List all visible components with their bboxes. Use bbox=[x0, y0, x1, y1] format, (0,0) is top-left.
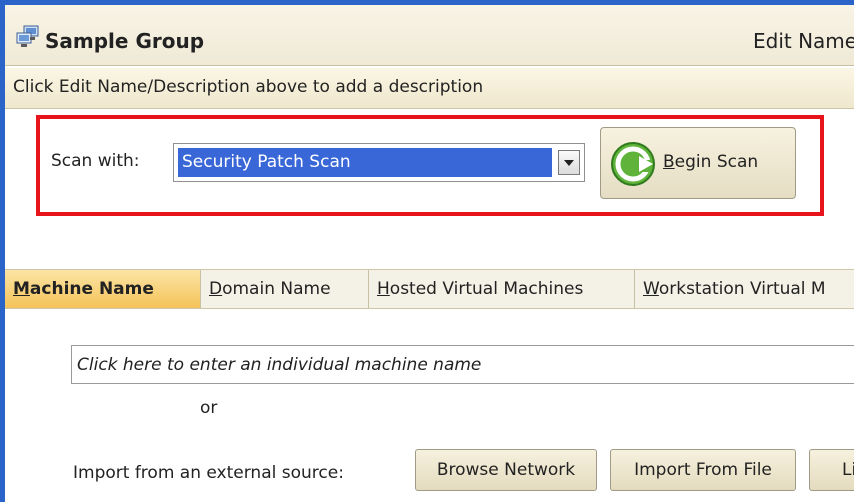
scan-template-select[interactable]: Security Patch Scan bbox=[173, 143, 585, 182]
description-text: Click Edit Name/Description above to add… bbox=[13, 77, 484, 97]
machine-name-field[interactable] bbox=[71, 345, 854, 384]
tab-machine-name-label: achine Name bbox=[29, 279, 154, 299]
begin-scan-label-rest: egin Scan bbox=[674, 152, 759, 172]
tab-hosted-virtual-label: osted Virtual Machines bbox=[389, 279, 584, 299]
tab-machine-name[interactable]: Machine Name bbox=[5, 270, 201, 308]
tab-hosted-virtual-machines[interactable]: Hosted Virtual Machines bbox=[369, 270, 635, 308]
tab-machine-name-accesskey: M bbox=[13, 279, 30, 299]
tab-domain-name-accesskey: D bbox=[209, 279, 223, 299]
tab-workstation-virtual-accesskey: W bbox=[643, 279, 659, 299]
begin-scan-accesskey: B bbox=[663, 152, 675, 172]
scan-template-selected-value[interactable]: Security Patch Scan bbox=[178, 148, 552, 177]
description-bar: Click Edit Name/Description above to add… bbox=[5, 68, 854, 109]
begin-scan-button[interactable]: Begin Scan bbox=[600, 127, 796, 199]
scan-group-window: Sample Group Edit Name Click Edit Name/D… bbox=[0, 0, 854, 502]
dropdown-arrow-button[interactable] bbox=[558, 150, 580, 175]
edit-name-link[interactable]: Edit Name bbox=[753, 29, 854, 53]
tab-workstation-virtual-machines[interactable]: Workstation Virtual M bbox=[635, 270, 854, 308]
browse-network-button[interactable]: Browse Network bbox=[415, 449, 597, 491]
chevron-down-icon bbox=[564, 160, 574, 166]
begin-scan-label: Begin Scan bbox=[663, 152, 758, 172]
target-tabs: Machine Name Domain Name Hosted Virtual … bbox=[5, 269, 854, 309]
list-button[interactable]: Li bbox=[809, 449, 854, 491]
group-title: Sample Group bbox=[45, 29, 205, 53]
tab-hosted-virtual-accesskey: H bbox=[377, 279, 390, 299]
group-title-bar: Sample Group Edit Name bbox=[5, 5, 854, 66]
import-source-label: Import from an external source: bbox=[73, 463, 344, 483]
or-separator: or bbox=[200, 398, 218, 418]
scan-with-label: Scan with: bbox=[51, 151, 140, 171]
import-from-file-button[interactable]: Import From File bbox=[610, 449, 796, 491]
tab-domain-name[interactable]: Domain Name bbox=[201, 270, 369, 308]
tab-domain-name-label: omain Name bbox=[222, 279, 331, 299]
machine-name-input[interactable] bbox=[72, 346, 854, 383]
computer-group-icon bbox=[16, 25, 39, 47]
refresh-scan-icon bbox=[611, 142, 655, 186]
tab-workstation-virtual-label: orkstation Virtual M bbox=[658, 279, 826, 299]
